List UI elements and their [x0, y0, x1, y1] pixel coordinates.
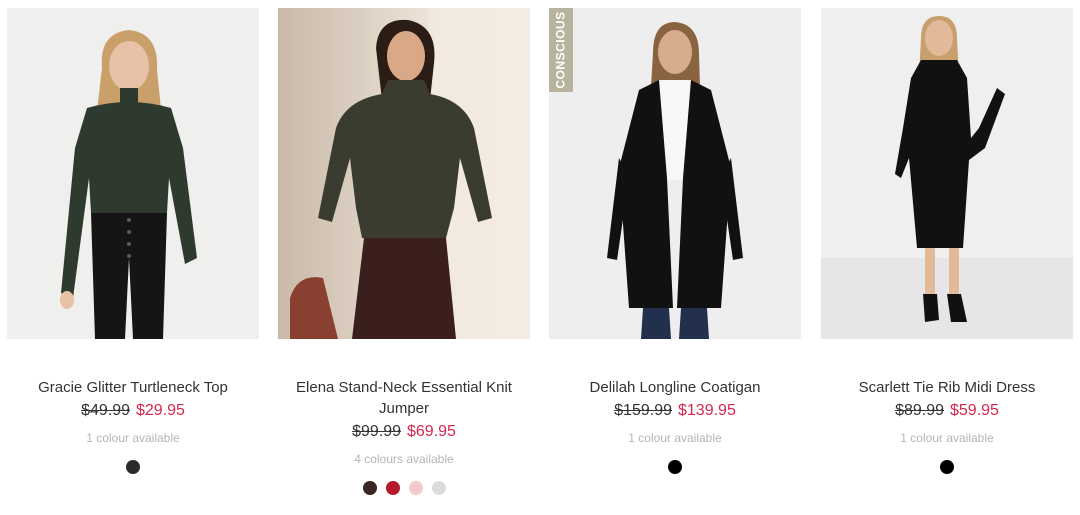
product-name[interactable]: Scarlett Tie Rib Midi Dress	[829, 377, 1065, 398]
colour-swatch[interactable]	[385, 481, 400, 495]
colour-swatch[interactable]	[668, 460, 682, 474]
colour-swatch[interactable]	[126, 460, 140, 474]
product-price: $99.99 $69.95	[278, 422, 530, 442]
colour-swatches	[278, 481, 530, 495]
colour-availability: 1 colour available	[628, 431, 722, 445]
sale-price: $69.95	[407, 423, 456, 440]
product-image[interactable]: CONSCIOUS	[549, 8, 801, 339]
conscious-badge: CONSCIOUS	[549, 8, 573, 92]
sale-price: $29.95	[136, 402, 185, 419]
product-image[interactable]	[821, 8, 1073, 339]
original-price: $159.99	[614, 402, 672, 419]
colour-swatch[interactable]	[408, 481, 423, 495]
colour-availability: 4 colours available	[354, 452, 454, 466]
original-price: $99.99	[352, 423, 401, 440]
product-price: $159.99 $139.95	[549, 401, 801, 421]
colour-swatch[interactable]	[362, 481, 377, 495]
product-card[interactable]: CONSCIOUS Delilah Longline Coatigan $159…	[549, 8, 801, 474]
product-card[interactable]: Gracie Glitter Turtleneck Top $49.99 $29.…	[7, 8, 259, 474]
product-price: $89.99 $59.95	[821, 401, 1073, 421]
colour-swatches	[821, 460, 1073, 474]
sale-price: $139.95	[678, 402, 736, 419]
product-name[interactable]: Delilah Longline Coatigan	[557, 377, 793, 398]
product-card[interactable]: Scarlett Tie Rib Midi Dress $89.99 $59.95…	[821, 8, 1073, 474]
product-name[interactable]: Gracie Glitter Turtleneck Top	[15, 377, 251, 398]
product-image[interactable]	[278, 8, 530, 339]
original-price: $49.99	[81, 402, 130, 419]
colour-swatch[interactable]	[431, 481, 446, 495]
original-price: $89.99	[895, 402, 944, 419]
colour-availability: 1 colour available	[900, 431, 994, 445]
colour-swatch[interactable]	[940, 460, 954, 474]
product-name[interactable]: Elena Stand-Neck Essential Knit Jumper	[286, 377, 522, 419]
product-grid: Gracie Glitter Turtleneck Top $49.99 $29.…	[0, 0, 1080, 515]
colour-swatches	[7, 460, 259, 474]
colour-availability: 1 colour available	[86, 431, 180, 445]
product-image[interactable]	[7, 8, 259, 339]
sale-price: $59.95	[950, 402, 999, 419]
product-card[interactable]: Elena Stand-Neck Essential Knit Jumper $…	[278, 8, 530, 495]
product-price: $49.99 $29.95	[7, 401, 259, 421]
colour-swatches	[549, 460, 801, 474]
